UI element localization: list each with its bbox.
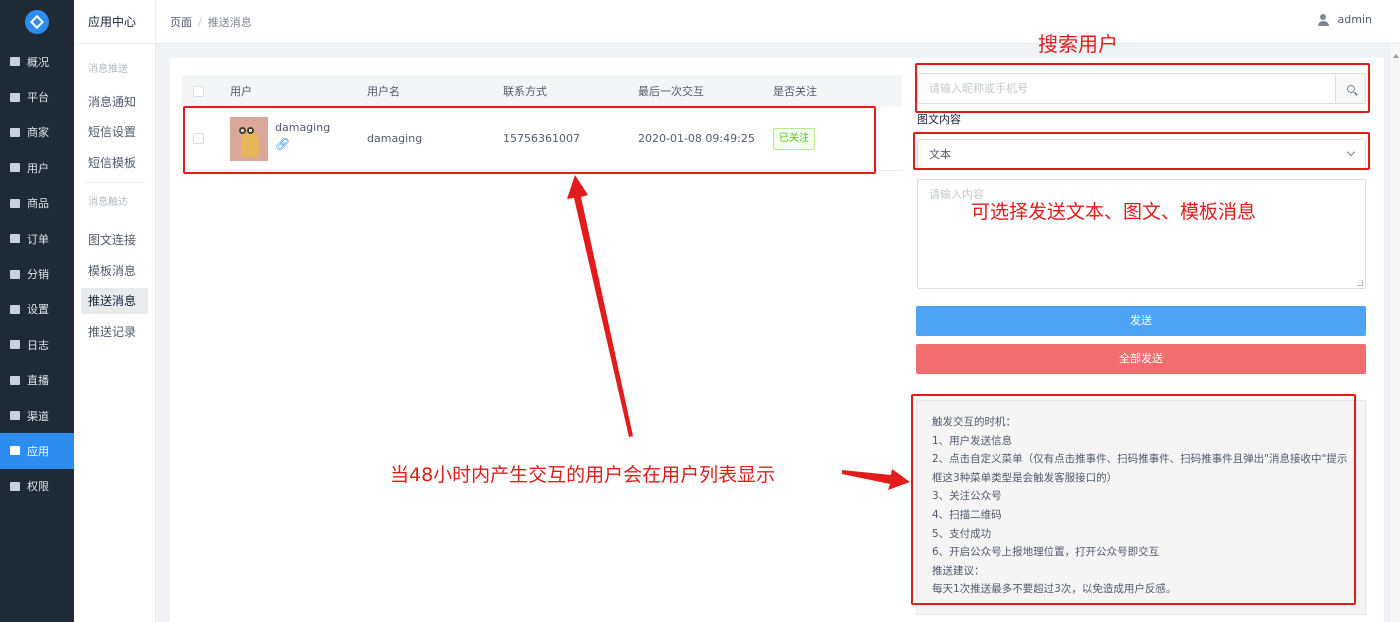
arrow-up-to-row (567, 175, 633, 437)
annotation-arrows (567, 175, 910, 490)
arrow-right-to-notice (842, 469, 910, 490)
